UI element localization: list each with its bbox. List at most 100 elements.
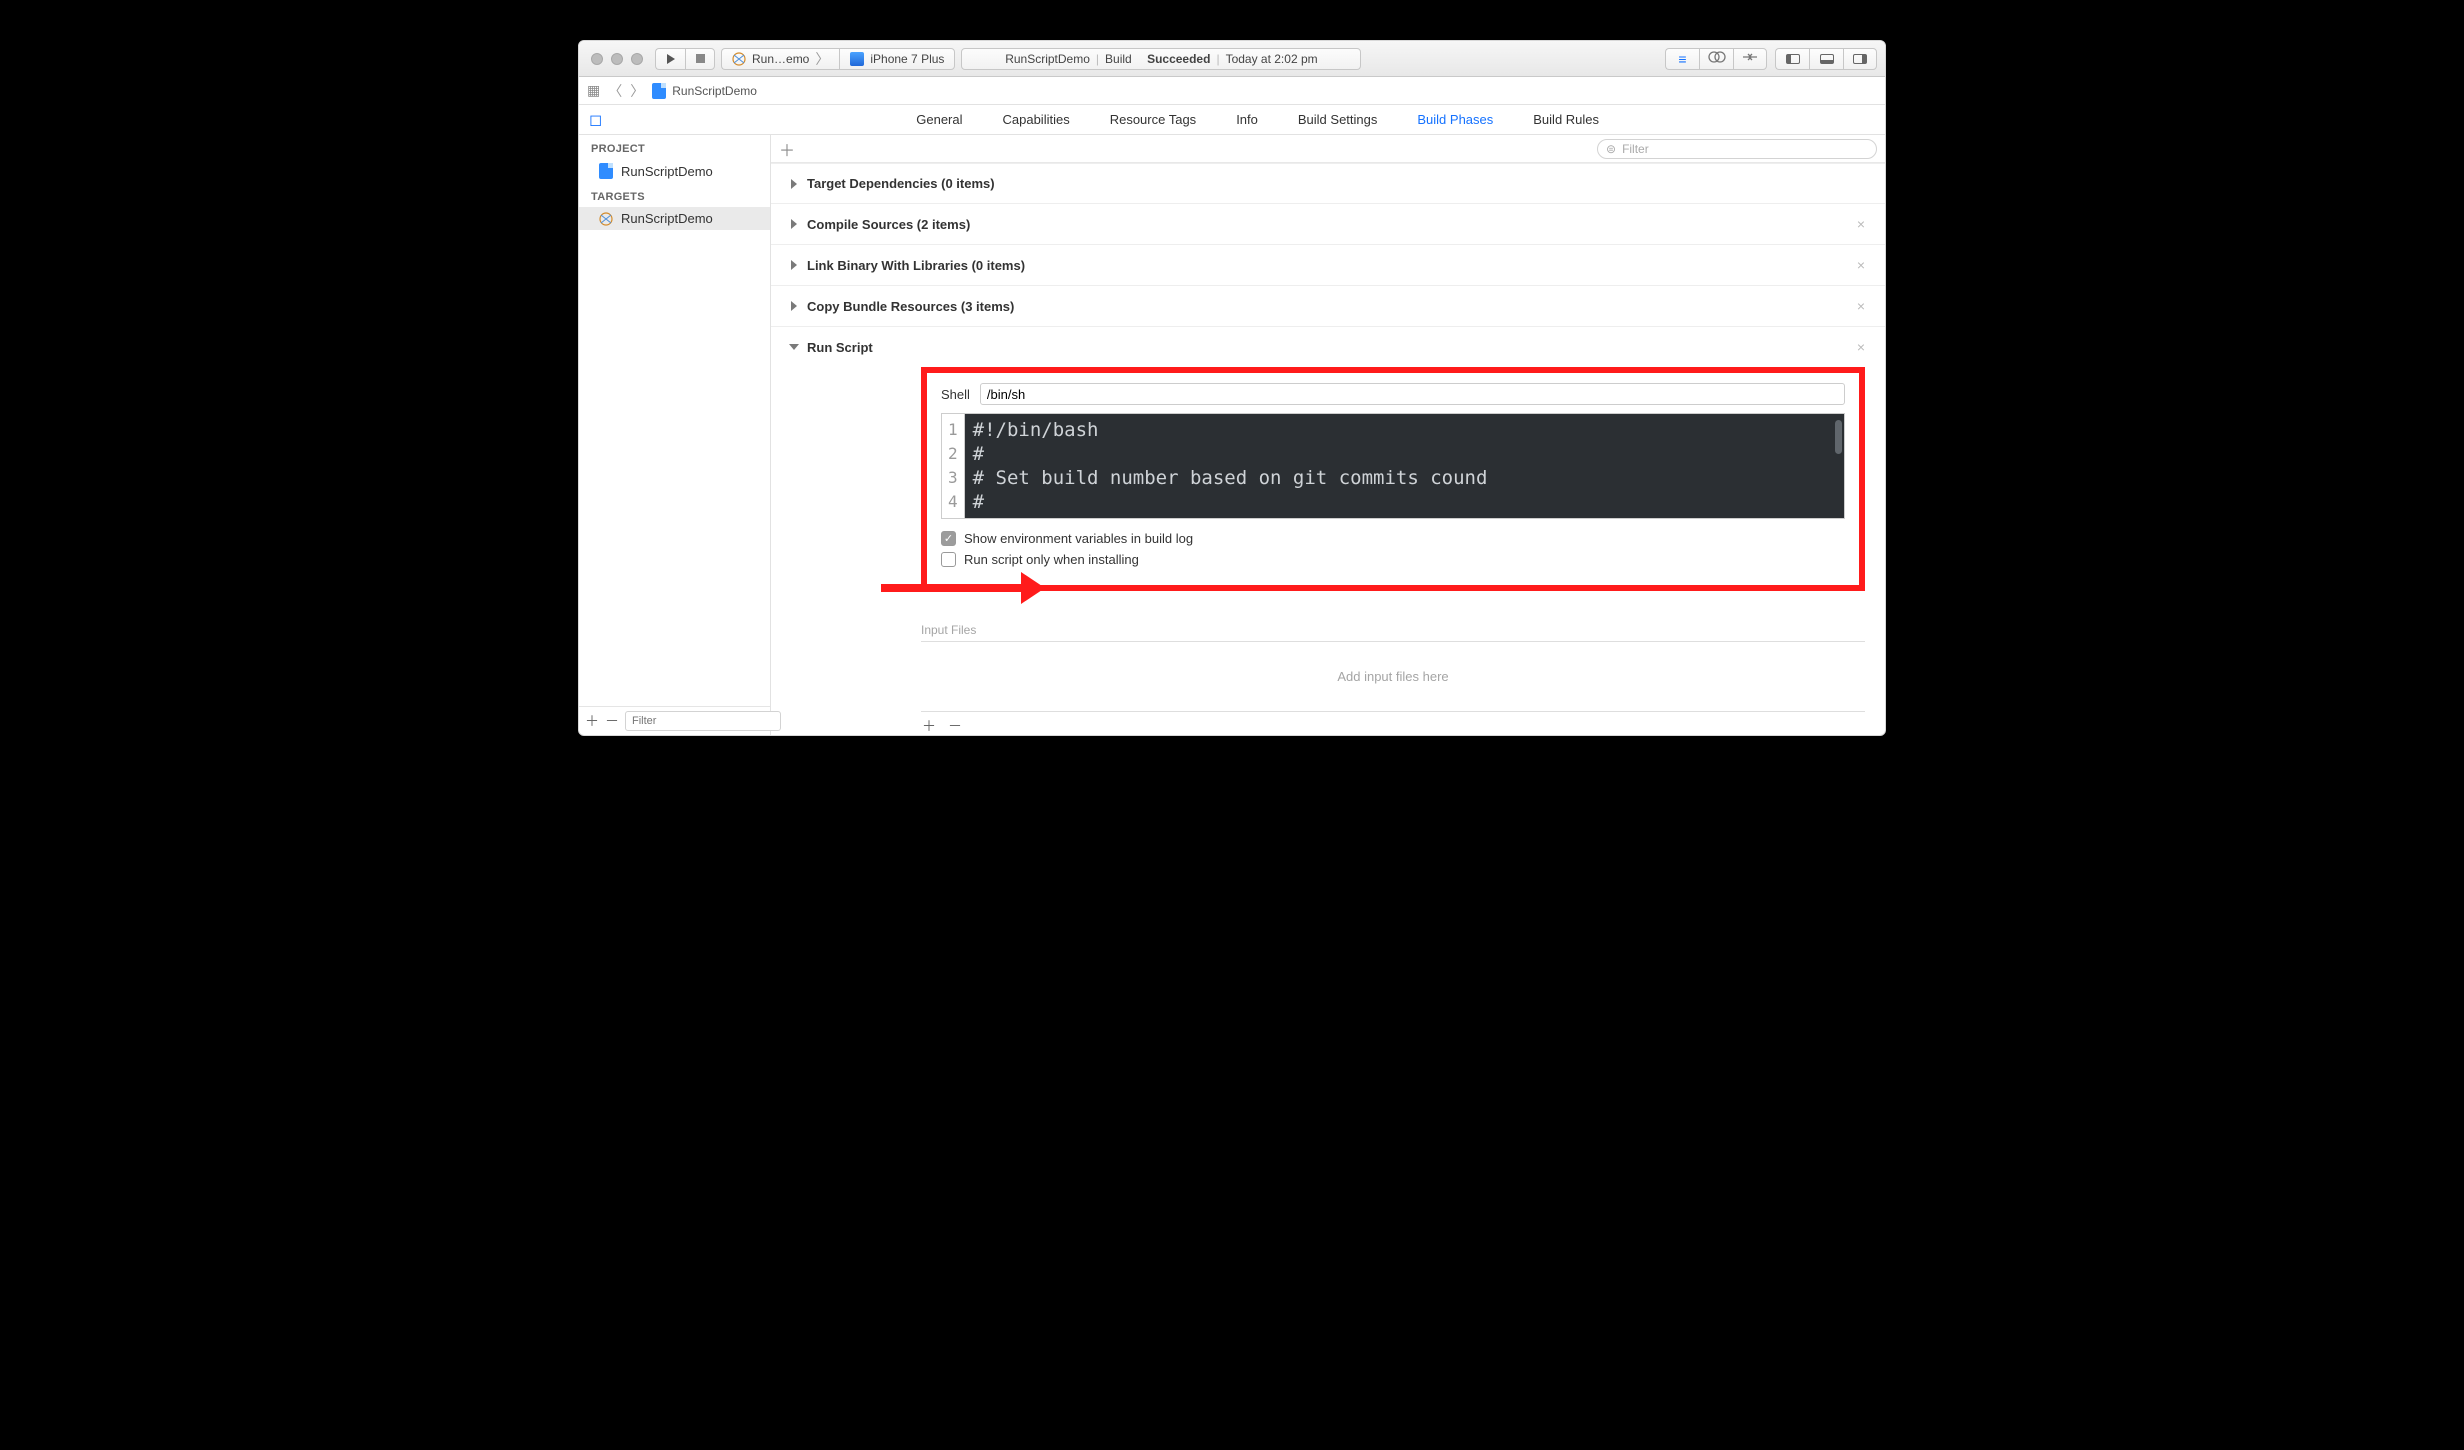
project-doc-icon — [652, 83, 666, 99]
phase-filter-box[interactable]: ⊜ Filter — [1597, 139, 1877, 159]
toolbar: Run…emo 〉 iPhone 7 Plus RunScriptDemo | … — [579, 41, 1885, 77]
tab-resource-tags[interactable]: Resource Tags — [1110, 112, 1196, 127]
shell-row: Shell — [941, 383, 1845, 405]
checkbox-show-env-label: Show environment variables in build log — [964, 531, 1193, 546]
disclosure-icon — [791, 219, 797, 229]
tab-general[interactable]: General — [916, 112, 962, 127]
double-arrow-icon — [1741, 50, 1759, 67]
editor-assistant-button[interactable] — [1699, 48, 1733, 70]
remove-phase-button[interactable]: × — [1857, 298, 1865, 314]
panel-bottom-icon — [1820, 54, 1834, 64]
targets-sidebar: PROJECT RunScriptDemo TARGETS RunScriptD… — [579, 135, 771, 735]
input-files-header: Input Files — [921, 619, 1865, 642]
app-icon — [732, 52, 746, 66]
nav-back-icon[interactable]: 〈 — [608, 81, 622, 101]
run-script-body: Shell 1234 #!/bin/bash # # Set build num… — [771, 367, 1885, 607]
scheme-selector: Run…emo 〉 iPhone 7 Plus — [721, 48, 955, 70]
sidebar-remove-button[interactable]: － — [605, 711, 619, 731]
device-name: iPhone 7 Plus — [870, 52, 944, 66]
stop-button[interactable] — [685, 48, 715, 70]
scheme-button[interactable]: Run…emo 〉 — [721, 48, 839, 70]
jump-bar: ▦ 〈 〉 RunScriptDemo — [579, 77, 1885, 105]
checkbox-only-install-row: Run script only when installing — [941, 552, 1845, 567]
sidebar-project-item[interactable]: RunScriptDemo — [579, 159, 770, 183]
checkbox-only-install-label: Run script only when installing — [964, 552, 1139, 567]
tab-build-phases[interactable]: Build Phases — [1417, 112, 1493, 127]
phase-copy-bundle: Copy Bundle Resources (3 items) × — [771, 285, 1885, 326]
phase-title: Run Script — [807, 340, 873, 355]
main-split: PROJECT RunScriptDemo TARGETS RunScriptD… — [579, 135, 1885, 735]
phase-target-dependencies: Target Dependencies (0 items) — [771, 163, 1885, 203]
outline-toggle-icon[interactable]: ◻ — [589, 110, 602, 130]
phase-filter-placeholder: Filter — [1622, 142, 1649, 156]
input-files-remove[interactable]: － — [947, 716, 963, 735]
phase-run-script: Run Script × Shell 1234 #!/bin/bash # # … — [771, 326, 1885, 735]
rings-icon — [1708, 50, 1726, 67]
toggle-bottom-panel[interactable] — [1809, 48, 1843, 70]
project-editor-tabs: ◻ General Capabilities Resource Tags Inf… — [579, 105, 1885, 135]
checkbox-show-env[interactable]: ✓ — [941, 531, 956, 546]
sidebar-targets-label: TARGETS — [579, 183, 770, 207]
sidebar-project-name: RunScriptDemo — [621, 164, 713, 179]
input-files-placeholder: Add input files here — [1337, 669, 1448, 684]
checkbox-only-install[interactable] — [941, 552, 956, 567]
editor-version-button[interactable] — [1733, 48, 1767, 70]
script-editor[interactable]: 1234 #!/bin/bash # # Set build number ba… — [941, 413, 1845, 519]
device-icon — [850, 52, 864, 66]
content-topbar: ＋ ⊜ Filter — [771, 135, 1885, 163]
zoom-dot[interactable] — [631, 53, 643, 65]
activity-viewer: RunScriptDemo | Build Succeeded | Today … — [961, 48, 1361, 70]
disclosure-icon — [789, 344, 799, 350]
editor-scrollbar[interactable] — [1835, 420, 1842, 454]
activity-sep2: | — [1216, 52, 1219, 66]
tab-info[interactable]: Info — [1236, 112, 1258, 127]
phase-title: Copy Bundle Resources (3 items) — [807, 299, 1014, 314]
tab-capabilities[interactable]: Capabilities — [1003, 112, 1070, 127]
shell-label: Shell — [941, 387, 970, 402]
related-items-icon[interactable]: ▦ — [587, 82, 600, 99]
stop-icon — [696, 54, 705, 63]
target-app-icon — [599, 212, 613, 226]
build-phases-content: ＋ ⊜ Filter Target Dependencies (0 items)… — [771, 135, 1885, 735]
run-stop-group — [655, 48, 715, 70]
tab-build-rules[interactable]: Build Rules — [1533, 112, 1599, 127]
scheme-name: Run…emo — [752, 52, 809, 66]
phase-header[interactable]: Run Script × — [771, 327, 1885, 367]
phase-header[interactable]: Target Dependencies (0 items) — [771, 164, 1885, 203]
remove-phase-button[interactable]: × — [1857, 216, 1865, 232]
phase-header[interactable]: Copy Bundle Resources (3 items) × — [771, 286, 1885, 326]
device-button[interactable]: iPhone 7 Plus — [839, 48, 955, 70]
add-phase-button[interactable]: ＋ — [779, 137, 795, 161]
toolbar-right-group: ≡ — [1665, 48, 1877, 70]
toggle-left-panel[interactable] — [1775, 48, 1809, 70]
input-files-add[interactable]: ＋ — [921, 716, 937, 735]
checkbox-show-env-row: ✓ Show environment variables in build lo… — [941, 531, 1845, 546]
phase-compile-sources: Compile Sources (2 items) × — [771, 203, 1885, 244]
sidebar-target-item[interactable]: RunScriptDemo — [579, 207, 770, 230]
chevron-right-icon: 〉 — [815, 49, 829, 69]
toggle-right-panel[interactable] — [1843, 48, 1877, 70]
minimize-dot[interactable] — [611, 53, 623, 65]
editor-code: #!/bin/bash # # Set build number based o… — [965, 414, 1844, 518]
phase-header[interactable]: Link Binary With Libraries (0 items) × — [771, 245, 1885, 285]
sidebar-filter-input[interactable] — [625, 711, 781, 731]
remove-phase-button[interactable]: × — [1857, 339, 1865, 355]
remove-phase-button[interactable]: × — [1857, 257, 1865, 273]
input-files-footer: ＋ － — [921, 712, 1865, 735]
disclosure-icon — [791, 179, 797, 189]
input-files-section: Input Files Add input files here ＋ － — [921, 619, 1865, 735]
nav-forward-icon[interactable]: 〉 — [630, 81, 644, 101]
tab-build-settings[interactable]: Build Settings — [1298, 112, 1378, 127]
phase-title: Link Binary With Libraries (0 items) — [807, 258, 1025, 273]
shell-input[interactable] — [980, 383, 1845, 405]
filter-icon: ⊜ — [1606, 142, 1616, 156]
sidebar-target-name: RunScriptDemo — [621, 211, 713, 226]
close-dot[interactable] — [591, 53, 603, 65]
phase-header[interactable]: Compile Sources (2 items) × — [771, 204, 1885, 244]
annotation-highlight-box: Shell 1234 #!/bin/bash # # Set build num… — [921, 367, 1865, 591]
run-button[interactable] — [655, 48, 685, 70]
lines-icon: ≡ — [1678, 51, 1686, 67]
breadcrumb[interactable]: RunScriptDemo — [652, 83, 757, 99]
sidebar-add-button[interactable]: ＋ — [585, 711, 599, 731]
editor-standard-button[interactable]: ≡ — [1665, 48, 1699, 70]
